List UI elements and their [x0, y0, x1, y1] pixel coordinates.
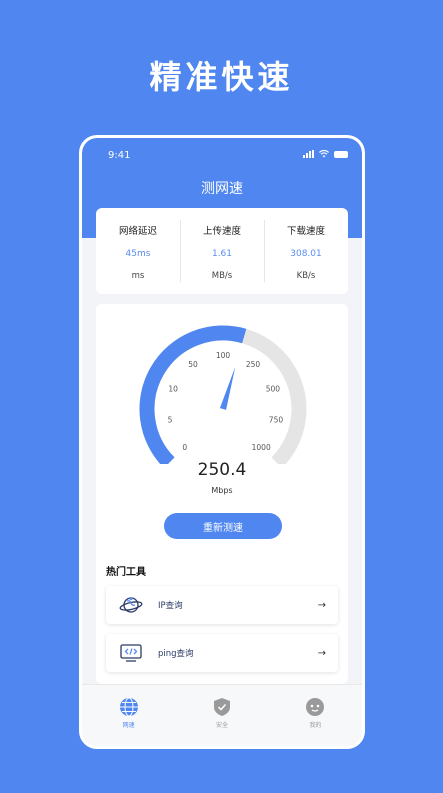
status-icons — [303, 150, 348, 158]
gauge-tick-label: 0 — [182, 443, 187, 452]
tab-profile[interactable]: 我的 — [269, 685, 362, 746]
speed-unit: Mbps — [211, 486, 233, 495]
signal-icon — [303, 150, 314, 158]
gauge-needle — [219, 366, 236, 410]
speed-value: 250.4 — [197, 460, 247, 480]
page-title: 测网速 — [201, 181, 243, 197]
wifi-icon — [319, 150, 329, 158]
speed-gauge: 0 5 10 50 100 250 500 750 1000 — [139, 325, 307, 464]
speed-meter-card: 0 5 10 50 100 250 500 750 1000 250.4 Mbps 重新测速 热… — [96, 304, 348, 684]
stat-label: 下载速度 — [286, 226, 325, 237]
arrow-right-icon: → — [317, 647, 326, 659]
tab-label: 安全 — [215, 722, 228, 729]
gauge-tick-label: 500 — [266, 384, 281, 393]
tab-label: 我的 — [309, 722, 322, 729]
tools-section-title: 热门工具 — [106, 567, 146, 578]
retest-button[interactable]: 重新测速 — [164, 513, 282, 539]
gauge-tick-label: 10 — [168, 384, 178, 393]
stat-unit: KB/s — [296, 271, 316, 281]
stat-download: 下载速度 308.01 KB/s — [264, 208, 348, 294]
stat-value: 45ms — [125, 249, 151, 259]
status-bar: 9:41 — [82, 148, 362, 164]
tool-label: ping查询 — [158, 649, 194, 659]
globe-icon — [119, 697, 139, 717]
gauge-tick-label: 100 — [216, 351, 231, 360]
tab-speed[interactable]: 网速 — [82, 685, 175, 746]
stat-latency: 网络延迟 45ms ms — [96, 208, 180, 294]
tab-label: 网速 — [122, 722, 135, 729]
tab-security[interactable]: 安全 — [175, 685, 268, 746]
hero-title: 精准快速 — [149, 58, 294, 96]
gauge-tick-label: 50 — [188, 360, 198, 369]
shield-icon — [212, 697, 232, 717]
tool-item-ip-lookup[interactable]: IP查询 → — [106, 586, 338, 624]
ip-globe-icon — [118, 595, 144, 615]
gauge-tick-label: 1000 — [252, 443, 271, 452]
code-monitor-icon — [118, 643, 144, 663]
stat-label: 网络延迟 — [118, 226, 157, 237]
tool-item-ping-lookup[interactable]: ping查询 → — [106, 634, 338, 672]
status-time: 9:41 — [108, 150, 131, 161]
app-screen: 9:41 测网速 网络延迟 45ms ms 上传速度 1.61 MB/s 下载速… — [82, 138, 362, 746]
stat-label: 上传速度 — [202, 226, 241, 237]
bottom-tab-bar: 网速 安全 我的 — [82, 684, 362, 746]
battery-icon — [334, 150, 348, 158]
stat-unit: MB/s — [211, 271, 233, 281]
stat-unit: ms — [131, 271, 145, 281]
stat-upload: 上传速度 1.61 MB/s — [180, 208, 264, 294]
stat-value: 1.61 — [211, 249, 233, 259]
profile-icon — [305, 697, 325, 717]
tool-label: IP查询 — [158, 601, 183, 611]
arrow-right-icon: → — [317, 599, 326, 611]
stats-card: 网络延迟 45ms ms 上传速度 1.61 MB/s 下载速度 308.01 … — [96, 208, 348, 294]
stat-value: 308.01 — [290, 249, 322, 259]
gauge-tick-label: 750 — [269, 416, 284, 425]
gauge-tick-label: 250 — [246, 360, 261, 369]
phone-frame: 9:41 测网速 网络延迟 45ms ms 上传速度 1.61 MB/s 下载速… — [79, 135, 365, 749]
gauge-tick-label: 5 — [168, 416, 173, 425]
